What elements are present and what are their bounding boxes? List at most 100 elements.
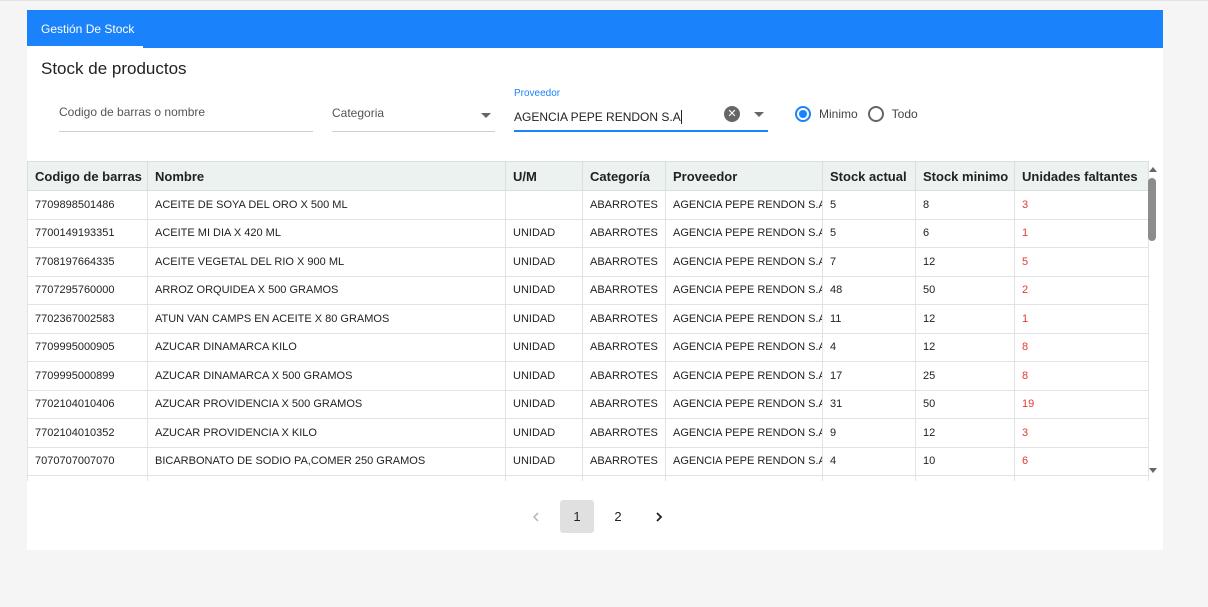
provider-value: AGENCIA PEPE RENDON S.A: [514, 110, 681, 124]
provider-label: Proveedor: [514, 88, 561, 99]
column-header[interactable]: Stock minimo: [915, 161, 1015, 191]
window-top-line: [0, 0, 1208, 1]
table-cell: 3: [1014, 418, 1149, 448]
table-cell: ACEITE DE SOYA DEL ORO X 500 ML: [147, 190, 506, 220]
table-cell: 7070707007070: [27, 446, 148, 476]
table-cell: [505, 475, 583, 481]
table-cell: ABARROTES: [582, 190, 666, 220]
table-cell: UNIDAD: [505, 389, 583, 419]
table-cell: [915, 475, 1015, 481]
radio-todo[interactable]: Todo: [867, 106, 918, 122]
search-field: [59, 94, 313, 132]
table-cell: [27, 475, 148, 481]
table-cell: AZUCAR PROVIDENCIA X KILO: [147, 418, 506, 448]
table-cell: 1: [1014, 218, 1149, 248]
provider-select[interactable]: Proveedor AGENCIA PEPE RENDON S.A ✕: [514, 88, 768, 132]
table-cell: ARROZ ORQUIDEA X 500 GRAMOS: [147, 275, 506, 305]
table-cell: UNIDAD: [505, 247, 583, 277]
page-title: Stock de productos: [41, 59, 187, 78]
table-cell: 7708197664335: [27, 247, 148, 277]
table-cell: 48: [822, 275, 916, 305]
table-cell: 9: [822, 418, 916, 448]
column-header[interactable]: Codigo de barras: [27, 161, 148, 191]
pagination-next-button[interactable]: [642, 500, 676, 533]
scroll-down-icon[interactable]: [1149, 468, 1157, 473]
table-cell: AZUCAR DINAMARCA KILO: [147, 332, 506, 362]
pagination-page-2[interactable]: 2: [601, 500, 635, 533]
table-cell: ABARROTES: [582, 418, 666, 448]
column-header[interactable]: Unidades faltantes: [1014, 161, 1149, 191]
table-row[interactable]: 7702367002583 ATUN VAN CAMPS EN ACEITE X …: [27, 304, 1149, 334]
stock-table: Codigo de barras Nombre U/M Categoría Provee…: [27, 161, 1149, 481]
column-header[interactable]: Proveedor: [665, 161, 823, 191]
table-cell: ABARROTES: [582, 275, 666, 305]
table-cell: AGENCIA PEPE RENDON S.A: [665, 218, 823, 248]
table-cell: AGENCIA PEPE RENDON S.A: [665, 361, 823, 391]
table-row[interactable]: 7709898501486 ACEITE DE SOYA DEL ORO X 50…: [27, 190, 1149, 220]
table-cell: UNIDAD: [505, 275, 583, 305]
column-header[interactable]: Nombre: [147, 161, 506, 191]
clear-circle-icon[interactable]: ✕: [724, 106, 740, 122]
table-cell: ABARROTES: [582, 332, 666, 362]
stock-table-container: Codigo de barras Nombre U/M Categoría Provee…: [27, 161, 1163, 481]
table-cell: AGENCIA PEPE RENDON S.A: [665, 247, 823, 277]
column-header[interactable]: Stock actual: [822, 161, 916, 191]
table-cell: 8: [1014, 361, 1149, 391]
search-input[interactable]: [59, 94, 313, 119]
pagination-page-1[interactable]: 1: [560, 500, 594, 533]
table-cell: AZUCAR DINAMARCA X 500 GRAMOS: [147, 361, 506, 391]
caret-down-icon[interactable]: [754, 112, 764, 117]
tab-gestion-de-stock[interactable]: Gestión De Stock: [27, 10, 142, 48]
table-cell: UNIDAD: [505, 361, 583, 391]
radio-minimo[interactable]: Minimo: [795, 106, 858, 122]
table-cell: ATUN VAN CAMPS EN ACEITE X 80 GRAMOS: [147, 304, 506, 334]
pagination-prev-button[interactable]: [519, 500, 553, 533]
table-cell: ABARROTES: [582, 247, 666, 277]
table-cell: 7709898501486: [27, 190, 148, 220]
table-cell: 12: [915, 418, 1015, 448]
column-header[interactable]: Categoría: [582, 161, 666, 191]
table-cell: 7709995000905: [27, 332, 148, 362]
caret-down-icon: [481, 113, 491, 118]
table-cell: ABARROTES: [582, 361, 666, 391]
table-cell: 50: [915, 389, 1015, 419]
table-row[interactable]: 7070707007070 BICARBONATO DE SODIO PA,COM…: [27, 446, 1149, 476]
table-body: 7709898501486 ACEITE DE SOYA DEL ORO X 50…: [27, 190, 1149, 481]
scroll-thumb[interactable]: [1148, 178, 1156, 241]
category-label: Categoria: [332, 106, 385, 120]
table-cell: [1014, 475, 1149, 481]
column-header[interactable]: U/M: [505, 161, 583, 191]
radio-todo-label: Todo: [891, 107, 918, 121]
table-cell: ABARROTES: [582, 389, 666, 419]
table-row[interactable]: 7709995000905 AZUCAR DINAMARCA KILO UNIDAD…: [27, 332, 1149, 362]
chevron-left-icon: [532, 511, 539, 522]
table-scrollbar[interactable]: [1148, 161, 1157, 481]
table-cell: 3: [1014, 190, 1149, 220]
tab-bar: Gestión De Stock: [27, 10, 1163, 48]
table-cell: AGENCIA PEPE RENDON S.A: [665, 332, 823, 362]
table-cell: 8: [915, 190, 1015, 220]
radio-checked-icon: [795, 106, 811, 122]
scroll-up-icon[interactable]: [1149, 167, 1157, 172]
table-cell: 7707295760000: [27, 275, 148, 305]
table-cell: AGENCIA PEPE RENDON S.A: [665, 389, 823, 419]
category-select[interactable]: Categoria: [332, 94, 495, 132]
table-cell: 2: [1014, 275, 1149, 305]
table-row[interactable]: 7707295760000 ARROZ ORQUIDEA X 500 GRAMOS…: [27, 275, 1149, 305]
table-cell: 7702367002583: [27, 304, 148, 334]
table-row[interactable]: 7700149193351 ACEITE MI DIA X 420 ML UNIDA…: [27, 218, 1149, 248]
table-cell: 31: [822, 389, 916, 419]
table-cell: AZUCAR PROVIDENCIA X 500 GRAMOS: [147, 389, 506, 419]
table-cell: [665, 475, 823, 481]
table-cell: AGENCIA PEPE RENDON S.A: [665, 190, 823, 220]
table-row[interactable]: 7702104010406 AZUCAR PROVIDENCIA X 500 GR…: [27, 389, 1149, 419]
table-cell: ACEITE VEGETAL DEL RIO X 900 ML: [147, 247, 506, 277]
table-cell: ABARROTES: [582, 304, 666, 334]
chevron-right-icon: [656, 511, 663, 522]
table-cell: [822, 475, 916, 481]
table-row[interactable]: 7702104010352 AZUCAR PROVIDENCIA X KILO UN…: [27, 418, 1149, 448]
table-row[interactable]: 7709995000899 AZUCAR DINAMARCA X 500 GRAM…: [27, 361, 1149, 391]
table-cell: AGENCIA PEPE RENDON S.A: [665, 418, 823, 448]
table-cell: AGENCIA PEPE RENDON S.A: [665, 304, 823, 334]
table-row[interactable]: 7708197664335 ACEITE VEGETAL DEL RIO X 90…: [27, 247, 1149, 277]
